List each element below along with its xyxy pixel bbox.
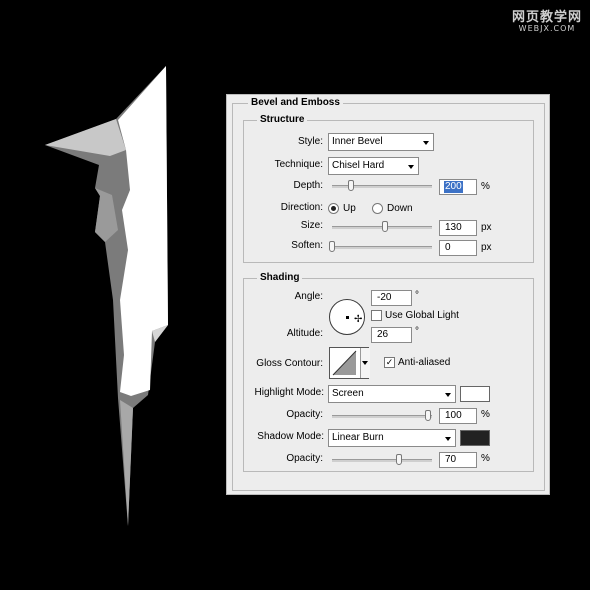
chevron-down-icon xyxy=(408,165,414,169)
highlight-mode-select[interactable]: Screen xyxy=(328,385,456,403)
structure-title: Structure xyxy=(257,114,308,126)
shadow-opacity-input[interactable]: 70 xyxy=(439,452,477,468)
altitude-unit: ° xyxy=(415,326,419,337)
contour-curve-icon xyxy=(332,350,357,376)
highlight-opacity-slider-thumb[interactable] xyxy=(425,410,431,421)
altitude-value: 26 xyxy=(377,329,389,340)
highlight-opacity-slider-track[interactable] xyxy=(332,415,432,418)
angle-value: -20 xyxy=(377,292,392,303)
size-unit: px xyxy=(481,222,492,233)
depth-input[interactable]: 200 xyxy=(439,179,477,195)
use-global-light-checkbox[interactable] xyxy=(371,310,382,321)
chevron-down-icon xyxy=(445,393,451,397)
crosshair-cursor-icon: ✢ xyxy=(354,314,363,325)
depth-slider-track[interactable] xyxy=(332,185,432,188)
highlight-mode-label: Highlight Mode: xyxy=(254,387,324,398)
highlight-opacity-value: 100 xyxy=(445,410,462,421)
angle-input[interactable]: -20 xyxy=(371,290,412,306)
soften-label: Soften: xyxy=(291,240,323,251)
size-value: 130 xyxy=(445,222,462,233)
letter-face-highlight xyxy=(118,66,168,396)
soften-input[interactable]: 0 xyxy=(439,240,477,256)
size-input[interactable]: 130 xyxy=(439,220,477,236)
chevron-down-icon xyxy=(445,437,451,441)
watermark-title: 网页教学网 xyxy=(511,10,582,25)
letter-facet-upper xyxy=(45,119,126,156)
shadow-opacity-label: Opacity: xyxy=(286,453,323,464)
bevel-emboss-panel: Bevel and Emboss Structure Style: Inner … xyxy=(226,94,550,495)
technique-value: Chisel Hard xyxy=(332,160,385,171)
highlight-opacity-label: Opacity: xyxy=(286,409,323,420)
shadow-color-swatch[interactable] xyxy=(460,430,490,446)
highlight-opacity-input[interactable]: 100 xyxy=(439,408,477,424)
anti-aliased-checkbox[interactable]: ✓ xyxy=(384,357,395,368)
angle-label: Angle: xyxy=(294,291,323,302)
soften-value: 0 xyxy=(445,242,451,253)
shadow-opacity-slider-thumb[interactable] xyxy=(396,454,402,465)
direction-label: Direction: xyxy=(280,202,323,213)
anti-aliased-label: Anti-aliased xyxy=(398,357,451,368)
gloss-contour-label: Gloss Contour: xyxy=(256,358,323,369)
technique-label: Technique: xyxy=(274,159,323,170)
depth-unit: % xyxy=(481,181,490,192)
size-slider-thumb[interactable] xyxy=(382,221,388,232)
soften-unit: px xyxy=(481,242,492,253)
size-label: Size: xyxy=(300,220,323,231)
gloss-contour-dropdown[interactable] xyxy=(360,348,370,378)
use-global-light-label: Use Global Light xyxy=(385,310,459,321)
gloss-contour-picker[interactable] xyxy=(329,347,370,379)
angle-unit: ° xyxy=(415,290,419,301)
direction-up-label: Up xyxy=(343,203,356,214)
beveled-letter-artwork xyxy=(45,66,168,526)
chevron-down-icon xyxy=(362,361,368,365)
highlight-color-swatch[interactable] xyxy=(460,386,490,402)
depth-label: Depth: xyxy=(293,180,323,191)
depth-value: 200 xyxy=(444,181,463,193)
direction-down-label: Down xyxy=(387,203,413,214)
chevron-down-icon xyxy=(423,141,429,145)
shadow-mode-label: Shadow Mode: xyxy=(257,431,324,442)
style-value: Inner Bevel xyxy=(332,136,383,147)
altitude-label: Altitude: xyxy=(286,328,323,339)
angle-dial-center xyxy=(346,316,349,319)
technique-select[interactable]: Chisel Hard xyxy=(328,157,419,175)
shadow-opacity-unit: % xyxy=(481,453,490,464)
shadow-opacity-slider-track[interactable] xyxy=(332,459,432,462)
letter-facet-tip xyxy=(120,400,133,526)
shading-title: Shading xyxy=(257,272,303,284)
panel-title: Bevel and Emboss xyxy=(248,97,343,109)
depth-slider-thumb[interactable] xyxy=(348,180,354,191)
style-label: Style: xyxy=(297,136,323,147)
shadow-opacity-value: 70 xyxy=(445,454,457,465)
soften-slider-thumb[interactable] xyxy=(329,241,335,252)
highlight-opacity-unit: % xyxy=(481,409,490,420)
altitude-input[interactable]: 26 xyxy=(371,327,412,343)
shadow-mode-select[interactable]: Linear Burn xyxy=(328,429,456,447)
direction-down-radio[interactable] xyxy=(372,203,383,214)
highlight-mode-value: Screen xyxy=(332,388,364,399)
shadow-mode-value: Linear Burn xyxy=(332,432,384,443)
direction-up-radio[interactable] xyxy=(328,203,339,214)
soften-slider-track[interactable] xyxy=(332,246,432,249)
watermark-url: WEBJX.COM xyxy=(518,24,576,33)
style-select[interactable]: Inner Bevel xyxy=(328,133,434,151)
watermark: 网页教学网 WEBJX.COM xyxy=(512,6,582,33)
